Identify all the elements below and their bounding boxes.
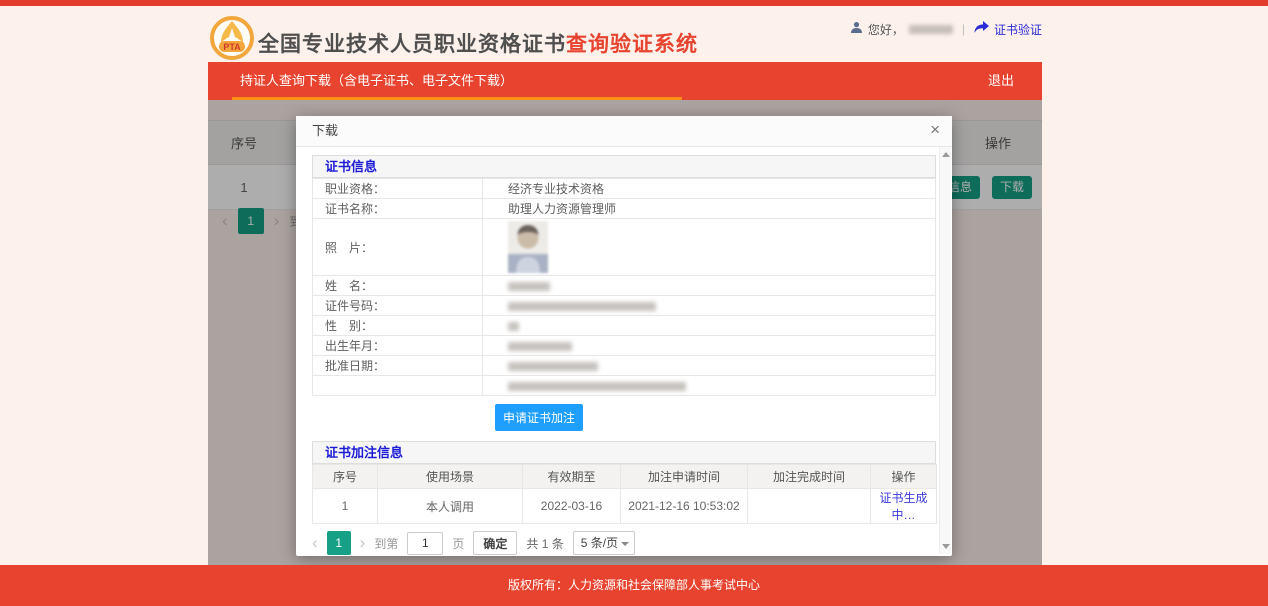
navbar: 持证人查询下载（含电子证书、电子文件下载） 退出 (208, 62, 1042, 100)
goto-label: 到第 (374, 535, 398, 552)
prev-page-button[interactable]: ‹ (312, 530, 318, 556)
close-icon[interactable]: × (930, 120, 940, 140)
cell-action: 证书生成中… (871, 489, 937, 524)
confirm-button[interactable]: 确定 (473, 531, 517, 555)
field-label: 姓 名： (313, 276, 483, 296)
page-unit-label: 页 (452, 535, 464, 552)
col-valid-until: 有效期至 (523, 465, 621, 489)
page-title-accent: 查询验证系统 (566, 33, 698, 56)
user-name-redacted (909, 25, 953, 34)
field-value-redacted (483, 316, 936, 336)
field-value: 经济专业技术资格 (483, 179, 936, 199)
field-label: 照 片： (313, 219, 483, 276)
header-divider: | (962, 22, 965, 36)
field-label: 出生年月： (313, 336, 483, 356)
annotation-header-row: 序号 使用场景 有效期至 加注申请时间 加注完成时间 操作 (313, 465, 937, 489)
header: PTA 全国专业技术人员职业资格证书查询验证系统 您好， | 证书验证 (0, 6, 1268, 62)
per-page-value: 5 条/页 (581, 536, 618, 550)
section-annotation-info: 证书加注信息 (312, 441, 936, 464)
next-page-button[interactable]: › (360, 530, 366, 556)
cert-generating-link[interactable]: 证书生成中… (879, 491, 927, 522)
page-title-main: 全国专业技术人员职业资格证书 (258, 33, 566, 56)
info-row-photo: 照 片： (313, 219, 936, 276)
user-area: 您好， | 证书验证 (850, 20, 1042, 38)
page-title: 全国专业技术人员职业资格证书查询验证系统 (258, 28, 698, 58)
page-1-button[interactable]: 1 (327, 531, 351, 555)
info-row-extra (313, 376, 936, 396)
verify-link[interactable]: 证书验证 (994, 21, 1042, 38)
portrait-photo (508, 221, 548, 273)
per-page-select[interactable]: 5 条/页 (573, 531, 635, 555)
field-label: 性 别： (313, 316, 483, 336)
field-value-redacted (483, 376, 936, 396)
greeting-text: 您好， (868, 21, 904, 38)
field-label: 职业资格： (313, 179, 483, 199)
cell-valid-until: 2022-03-16 (523, 489, 621, 524)
field-value-redacted (483, 336, 936, 356)
goto-page-input[interactable] (407, 532, 443, 555)
field-label: 证书名称： (313, 199, 483, 219)
col-action: 操作 (871, 465, 937, 489)
col-apply-time: 加注申请时间 (621, 465, 748, 489)
modal-pagination: ‹ 1 › 到第 页 确定 共 1 条 5 条/页 (312, 530, 936, 556)
apply-annotation-button[interactable]: 申请证书加注 (495, 404, 583, 431)
cell-seq: 1 (313, 489, 378, 524)
page: PTA 全国专业技术人员职业资格证书查询验证系统 您好， | 证书验证 持证人查… (0, 0, 1268, 606)
copyright-text: 版权所有：人力资源和社会保障部人事考试中心 (508, 578, 760, 592)
cell-apply-time: 2021-12-16 10:53:02 (621, 489, 748, 524)
cell-complete-time (748, 489, 871, 524)
info-row-name: 姓 名： (313, 276, 936, 296)
info-row-birth: 出生年月： (313, 336, 936, 356)
logout-button[interactable]: 退出 (988, 62, 1014, 100)
user-icon (850, 21, 863, 37)
download-modal: 下载 × 证书信息 职业资格： 经济专业技术资格 证书名称： 助理人力资源管理师… (296, 116, 952, 556)
footer: 版权所有：人力资源和社会保障部人事考试中心 (0, 565, 1268, 606)
annotation-row: 1 本人调用 2022-03-16 2021-12-16 10:53:02 证书… (313, 489, 937, 524)
total-count-label: 共 1 条 (526, 535, 563, 552)
scroll-up-icon[interactable] (942, 152, 950, 157)
modal-body: 证书信息 职业资格： 经济专业技术资格 证书名称： 助理人力资源管理师 照 片： (296, 147, 938, 556)
field-value: 助理人力资源管理师 (483, 199, 936, 219)
cert-info-table: 职业资格： 经济专业技术资格 证书名称： 助理人力资源管理师 照 片： (312, 178, 936, 396)
col-scene: 使用场景 (378, 465, 523, 489)
col-seq: 序号 (313, 465, 378, 489)
modal-title: 下载 (312, 116, 338, 146)
field-label (313, 376, 483, 396)
scroll-down-icon[interactable] (942, 544, 950, 549)
share-arrow-icon (974, 21, 989, 37)
field-label: 批准日期： (313, 356, 483, 376)
field-value (483, 219, 936, 276)
info-row-qualification: 职业资格： 经济专业技术资格 (313, 179, 936, 199)
modal-header: 下载 × (296, 116, 952, 147)
section-cert-info: 证书信息 (312, 155, 936, 178)
tab-holder-query-download[interactable]: 持证人查询下载（含电子证书、电子文件下载） (240, 62, 513, 100)
pta-logo-icon: PTA (210, 16, 254, 60)
info-row-cert-name: 证书名称： 助理人力资源管理师 (313, 199, 936, 219)
modal-scrollbar[interactable] (939, 147, 951, 554)
annotation-table: 序号 使用场景 有效期至 加注申请时间 加注完成时间 操作 1 本人调用 202… (312, 464, 937, 524)
field-value-redacted (483, 276, 936, 296)
info-row-approve-date: 批准日期： (313, 356, 936, 376)
field-label: 证件号码： (313, 296, 483, 316)
logo-text: PTA (223, 42, 241, 52)
info-row-gender: 性 别： (313, 316, 936, 336)
chevron-down-icon (621, 542, 629, 546)
cell-scene: 本人调用 (378, 489, 523, 524)
field-value-redacted (483, 356, 936, 376)
field-value-redacted (483, 296, 936, 316)
info-row-id-number: 证件号码： (313, 296, 936, 316)
col-complete-time: 加注完成时间 (748, 465, 871, 489)
